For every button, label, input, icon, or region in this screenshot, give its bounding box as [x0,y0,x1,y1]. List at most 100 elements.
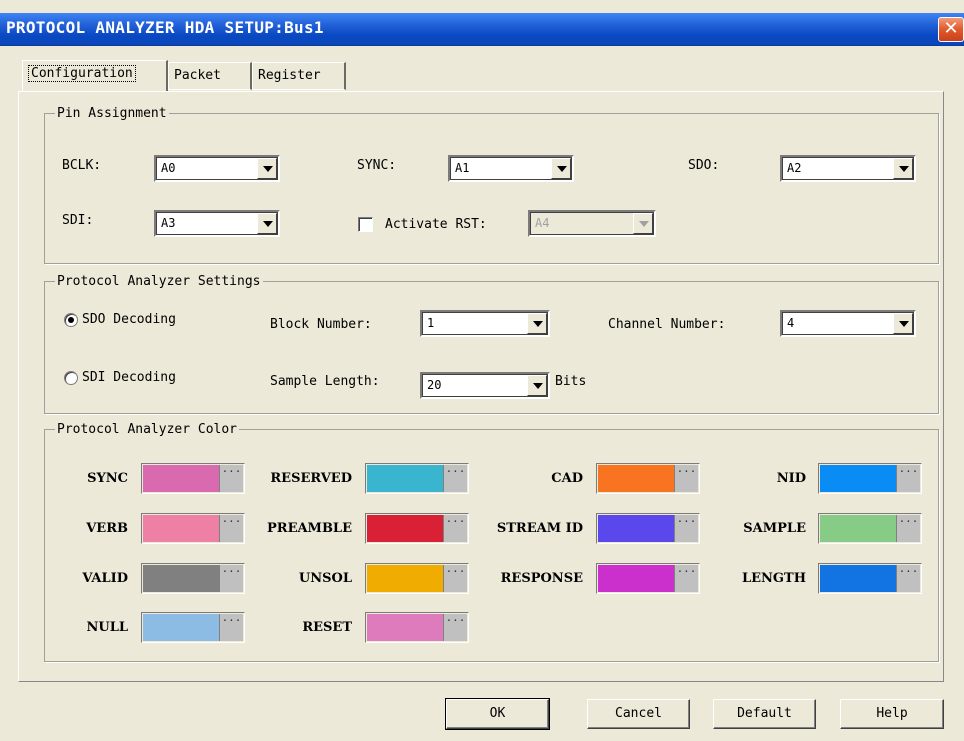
color-swatch[interactable]: ··· [818,563,922,594]
color-swatch[interactable]: ··· [818,513,922,544]
color-swatch[interactable]: ··· [141,612,245,643]
color-fill [143,515,220,542]
block-number-value: 1 [427,316,435,330]
color-fill [367,465,444,492]
color-swatch[interactable]: ··· [596,463,700,494]
color-swatch[interactable]: ··· [365,513,469,544]
setup-dialog: PROTOCOL ANALYZER HDA SETUP:Bus1 ✕ Confi… [0,0,964,741]
color-label: RESPONSE [500,571,583,586]
close-icon[interactable]: ✕ [938,17,964,42]
pin-assignment-group: Pin Assignment [44,106,939,264]
color-picker-button[interactable]: ··· [674,515,698,542]
color-fill [367,614,444,641]
sdo-value: A2 [787,161,802,175]
chevron-down-icon[interactable] [893,158,913,179]
bclk-label: BCLK: [62,158,102,173]
sdi-select[interactable]: A3 [154,210,280,237]
color-swatch[interactable]: ··· [141,563,245,594]
ok-button[interactable]: OK [445,698,550,730]
sdo-decoding-label: SDO Decoding [82,312,176,327]
activate-rst-checkbox[interactable] [358,217,373,232]
color-picker-button[interactable]: ··· [896,515,920,542]
color-fill [143,614,220,641]
color-picker-button[interactable]: ··· [674,565,698,592]
sync-value: A1 [455,161,470,175]
bclk-value: A0 [161,161,176,175]
color-fill [820,465,897,492]
color-label: PREAMBLE [266,521,352,536]
activate-rst-label: Activate RST: [385,217,487,232]
chevron-down-icon[interactable] [257,158,277,179]
color-label: VALID [82,571,128,586]
sdo-decoding-radio[interactable] [64,313,78,327]
color-picker-button[interactable]: ··· [219,565,243,592]
color-label: NID [776,471,806,486]
color-legend: Protocol Analyzer Color [57,422,238,437]
color-label: LENGTH [742,571,806,586]
color-fill [598,565,675,592]
sdi-label: SDI: [62,213,94,228]
channel-number-value: 4 [787,316,795,330]
chevron-down-icon[interactable] [527,375,547,396]
window-title: PROTOCOL ANALYZER HDA SETUP:Bus1 [6,18,324,37]
color-swatch[interactable]: ··· [141,463,245,494]
title-bar[interactable]: PROTOCOL ANALYZER HDA SETUP:Bus1 ✕ [0,13,964,46]
sdo-label: SDO: [688,158,720,173]
sample-length-unit: Bits [555,374,587,389]
settings-legend: Protocol Analyzer Settings [57,274,261,289]
color-swatch[interactable]: ··· [596,563,700,594]
sync-select[interactable]: A1 [448,155,574,182]
tab-configuration-label: Configuration [28,65,136,82]
cancel-button[interactable]: Cancel [587,699,690,729]
bclk-select[interactable]: A0 [154,155,280,182]
color-swatch[interactable]: ··· [818,463,922,494]
tab-register-label: Register [258,68,321,83]
sample-length-label: Sample Length: [270,374,380,389]
color-picker-button[interactable]: ··· [443,465,467,492]
sdo-select[interactable]: A2 [780,155,916,182]
tab-configuration[interactable]: Configuration [22,60,168,92]
color-picker-button[interactable]: ··· [443,515,467,542]
chevron-down-icon[interactable] [551,158,571,179]
color-picker-button[interactable]: ··· [896,465,920,492]
color-label: RESERVED [270,471,352,486]
channel-number-select[interactable]: 4 [780,310,916,337]
sdi-decoding-label: SDI Decoding [82,370,176,385]
color-swatch[interactable]: ··· [596,513,700,544]
color-fill [143,565,220,592]
color-picker-button[interactable]: ··· [674,465,698,492]
tab-register[interactable]: Register [252,62,346,90]
color-swatch[interactable]: ··· [365,563,469,594]
tab-packet[interactable]: Packet [168,62,252,90]
color-label: VERB [86,521,128,536]
color-label: CAD [551,471,583,486]
color-fill [820,565,897,592]
color-swatch[interactable]: ··· [365,463,469,494]
chevron-down-icon[interactable] [893,313,913,334]
chevron-down-icon[interactable] [527,313,547,334]
color-picker-button[interactable]: ··· [219,614,243,641]
color-fill [820,515,897,542]
color-picker-button[interactable]: ··· [219,465,243,492]
block-number-label: Block Number: [270,317,372,332]
color-label: SYNC [87,471,128,486]
chevron-down-icon[interactable] [257,213,277,234]
color-picker-button[interactable]: ··· [219,515,243,542]
color-picker-button[interactable]: ··· [443,614,467,641]
block-number-select[interactable]: 1 [420,310,550,337]
rst-select: A4 [528,210,656,237]
sample-length-select[interactable]: 20 [420,372,550,399]
sample-length-value: 20 [427,378,442,392]
color-fill [598,465,675,492]
color-fill [367,565,444,592]
color-fill [598,515,675,542]
color-swatch[interactable]: ··· [141,513,245,544]
color-picker-button[interactable]: ··· [896,565,920,592]
rst-value: A4 [535,216,550,230]
sdi-value: A3 [161,216,176,230]
color-swatch[interactable]: ··· [365,612,469,643]
sdi-decoding-radio[interactable] [64,371,78,385]
help-button[interactable]: Help [840,699,944,729]
default-button[interactable]: Default [713,699,816,729]
color-picker-button[interactable]: ··· [443,565,467,592]
